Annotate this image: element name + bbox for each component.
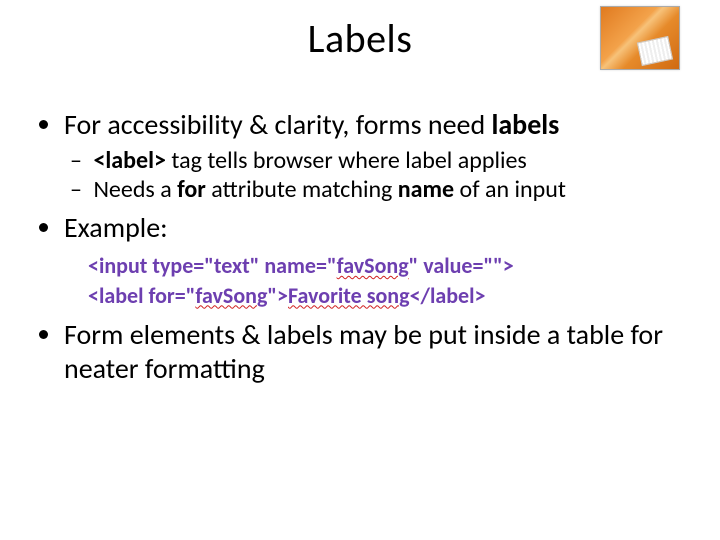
code-l2-a: <label for=" bbox=[88, 282, 195, 309]
bullet-1a-tag: <label> bbox=[93, 146, 166, 175]
bullet-1-bold: labels bbox=[491, 107, 559, 142]
code-line-2: <label for="favSong">Favorite song</labe… bbox=[88, 281, 692, 311]
bullet-3-text: Form elements & labels may be put inside… bbox=[64, 317, 663, 386]
bullet-2-text: Example: bbox=[64, 210, 168, 245]
code-l2-c: </label> bbox=[410, 282, 486, 309]
title-wrap: Labels bbox=[0, 14, 720, 63]
slide-body: For accessibility & clarity, forms need … bbox=[36, 108, 692, 393]
slide-title: Labels bbox=[308, 14, 413, 63]
bullet-1b-pre: Needs a bbox=[93, 175, 177, 204]
bullet-1-text: For accessibility & clarity, forms need bbox=[64, 107, 491, 142]
bullet-2: Example: bbox=[64, 211, 692, 245]
bullet-1b-name: name bbox=[398, 175, 454, 204]
bullet-list: For accessibility & clarity, forms need … bbox=[36, 108, 692, 245]
bullet-1b-for: for bbox=[177, 175, 206, 204]
code-line-1: <input type="text" name="favSong" value=… bbox=[88, 251, 692, 281]
bullet-1: For accessibility & clarity, forms need … bbox=[64, 108, 692, 205]
code-l2-b: "> bbox=[267, 282, 288, 309]
code-l2-favsong: favSong bbox=[195, 282, 267, 309]
bullet-1a: <label> tag tells browser where label ap… bbox=[88, 146, 692, 175]
bullet-1b-mid: attribute matching bbox=[206, 175, 398, 204]
bullet-1a-rest: tag tells browser where label applies bbox=[166, 146, 527, 175]
code-l1-a: <input type="text" name=" bbox=[88, 252, 337, 279]
bullet-1b: Needs a for attribute matching name of a… bbox=[88, 175, 692, 204]
slide: Labels For accessibility & clarity, form… bbox=[0, 0, 720, 540]
bullet-list-2: Form elements & labels may be put inside… bbox=[36, 318, 692, 386]
bullet-1b-post: of an input bbox=[454, 175, 566, 204]
code-l1-b: " value=""> bbox=[409, 252, 514, 279]
code-example: <input type="text" name="favSong" value=… bbox=[88, 251, 692, 310]
bullet-3: Form elements & labels may be put inside… bbox=[64, 318, 692, 386]
bullet-1-sub: <label> tag tells browser where label ap… bbox=[64, 146, 692, 205]
code-l2-favorite-song: Favorite song bbox=[288, 282, 410, 309]
code-l1-favsong: favSong bbox=[337, 252, 409, 279]
